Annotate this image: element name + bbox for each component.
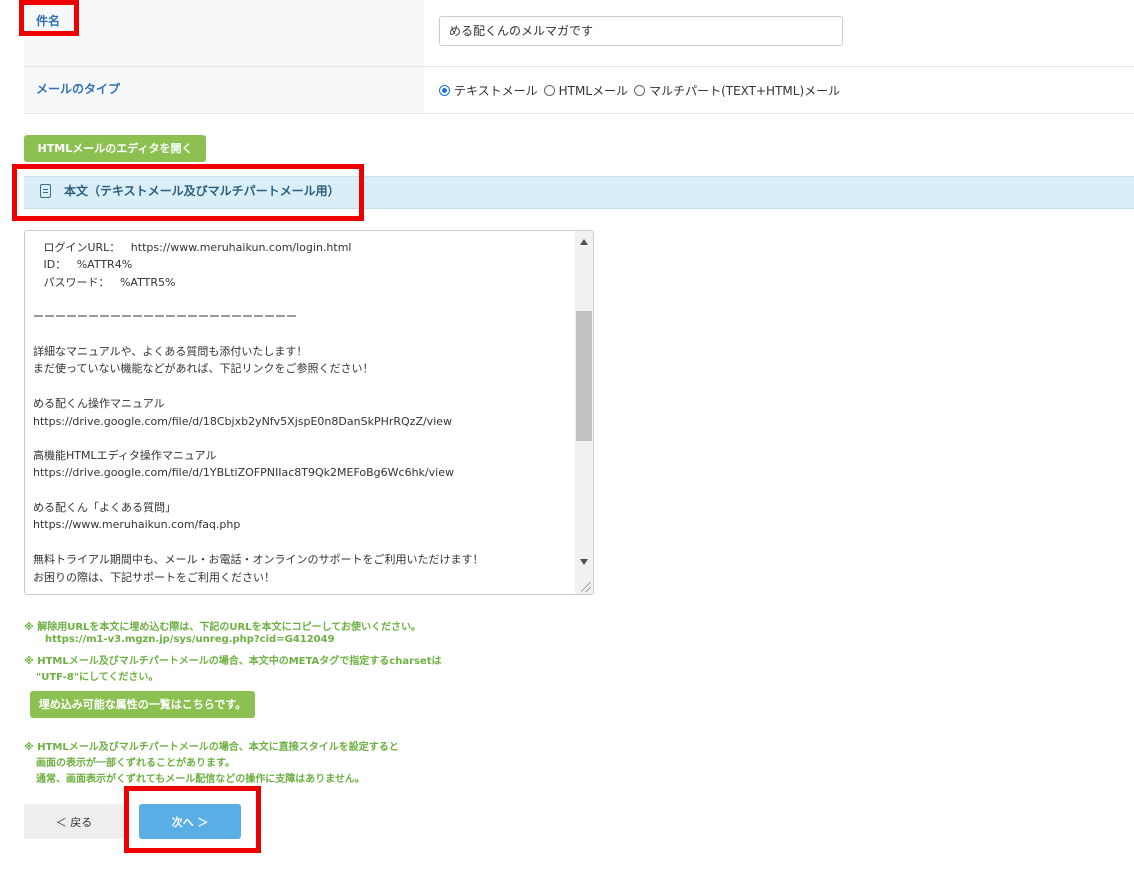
radio-multipart-mail-label[interactable]: マルチパート(TEXT+HTML)メール: [649, 82, 840, 99]
scroll-thumb[interactable]: [576, 311, 592, 441]
radio-text-mail[interactable]: [439, 85, 450, 96]
body-text-line: https://drive.google.com/file/d/1YBLtiZO…: [33, 466, 454, 479]
body-text-line: まだ使っていない機能などがあれば、下記リンクをご参照ください！: [33, 362, 374, 375]
back-button[interactable]: ＜ 戻る: [24, 804, 124, 839]
subject-input[interactable]: [439, 16, 843, 46]
body-text-line: https://drive.google.com/file/d/18Cbjxb2…: [33, 415, 453, 428]
subject-label-cell: [24, 0, 424, 66]
next-button[interactable]: 次へ ＞: [139, 804, 241, 839]
charset-note: ※ HTMLメール及びマルチパートメールの場合、本文中のMETAタグで指定するc…: [24, 656, 442, 667]
resize-grip-icon[interactable]: [581, 582, 591, 592]
document-icon: [40, 184, 51, 198]
scroll-up-icon[interactable]: [580, 239, 588, 245]
body-text-line: お困りの際は、下記サポートをご利用ください！: [33, 571, 275, 584]
radio-html-mail-label[interactable]: HTMLメール: [559, 82, 628, 99]
textarea-scrollbar[interactable]: [575, 231, 593, 594]
unsubscribe-url: https://m1-v3.mgzn.jp/sys/unreg.php?cid=…: [45, 634, 335, 645]
attributes-list-button[interactable]: 埋め込み可能な属性の一覧はこちらです。: [30, 691, 255, 718]
body-text-line: ログインURL： https://www.meruhaikun.com/logi…: [33, 241, 352, 254]
style-note: ※ HTMLメール及びマルチパートメールの場合、本文に直接スタイルを設定すると: [24, 742, 399, 753]
body-text-line: 高機能HTMLエディタ操作マニュアル: [33, 449, 217, 462]
radio-text-mail-label[interactable]: テキストメール: [454, 82, 538, 99]
style-note-cont-1: 画面の表示が一部くずれることがあります。: [36, 758, 235, 769]
mail-type-radio-group: テキストメール HTMLメール マルチパート(TEXT+HTML)メール: [439, 82, 846, 99]
body-text-line: める配くん操作マニュアル: [33, 397, 165, 410]
body-text-line: パスワード： %ATTR5%: [33, 276, 176, 289]
body-text-line: 無料トライアル期間中も、メール・お電話・オンラインのサポートをご利用いただけます…: [33, 553, 484, 566]
style-note-cont-2: 通常、画面表示がくずれてもメール配信などの操作に支障はありません。: [36, 774, 365, 785]
mail-type-label: メールのタイプ: [36, 82, 121, 96]
body-text-line: める配くん「よくある質問」: [33, 501, 176, 514]
unsubscribe-note: ※ 解除用URLを本文に埋め込む際は、下記のURLを本文にコピーしてお使いくださ…: [24, 622, 421, 633]
body-textarea[interactable]: ログインURL： https://www.meruhaikun.com/logi…: [24, 230, 594, 595]
body-text-line: ID： %ATTR4%: [33, 258, 133, 271]
radio-multipart-mail[interactable]: [634, 85, 646, 96]
body-text-line: 詳細なマニュアルや、よくある質問も添付いたします！: [33, 345, 308, 358]
body-text-line: https://www.meruhaikun.com/faq.php: [33, 518, 241, 531]
subject-label: 件名: [36, 14, 61, 28]
open-html-editor-button[interactable]: HTMLメールのエディタを開く: [24, 135, 206, 162]
radio-html-mail[interactable]: [543, 85, 555, 96]
charset-note-cont: "UTF-8"にしてください。: [36, 672, 159, 683]
body-section-title: 本文（テキストメール及びマルチパートメール用）: [64, 184, 340, 198]
body-text-line: ーーーーーーーーーーーーーーーーーーーーーーーー: [33, 310, 297, 323]
scroll-down-icon[interactable]: [580, 559, 588, 565]
row-divider: [24, 113, 1134, 114]
